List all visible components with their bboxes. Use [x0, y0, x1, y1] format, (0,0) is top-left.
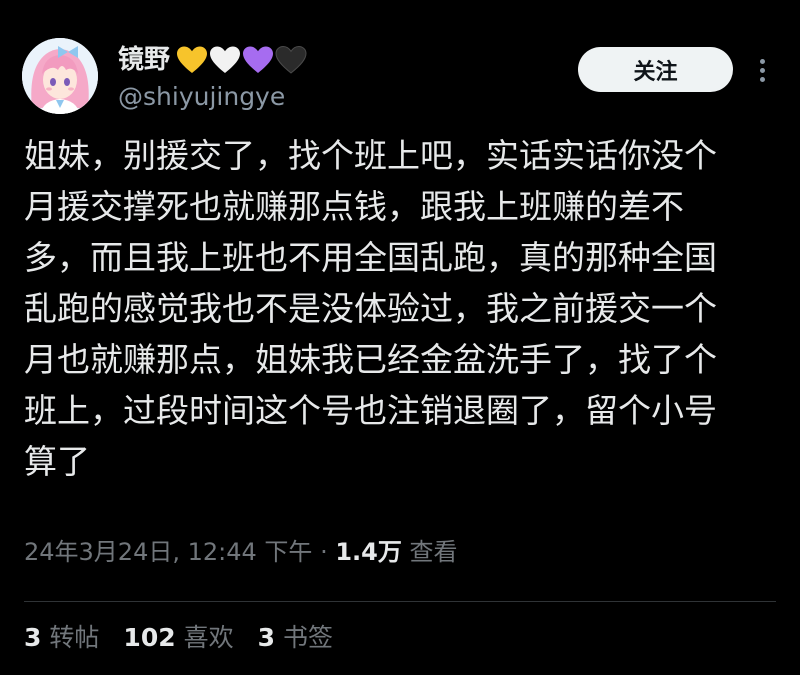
likes-count: 102 [123, 623, 176, 652]
tweet-text: 姐妹，别援交了，找个班上吧，实话实话你没个 月援交撑死也就赚那点钱，跟我上班赚的… [24, 136, 717, 481]
tweet-card: 镜野 @shiyujingye 关注 姐妹，别援交了，找个班上吧，实话实话你没个… [0, 0, 800, 675]
yellow-heart-icon [177, 46, 208, 73]
follow-button[interactable]: 关注 [578, 47, 733, 92]
engagement-stats: 3 转帖 102 喜欢 3 书签 [24, 623, 357, 653]
views-label: 查看 [409, 538, 458, 566]
white-heart-icon [210, 46, 241, 73]
likes-label: 喜欢 [183, 623, 234, 652]
divider [24, 601, 776, 602]
bookmarks-label: 书签 [283, 623, 334, 652]
tweet-meta: 24年3月24日, 12:44 下午 · 1.4万 查看 [24, 538, 458, 567]
name-hearts [176, 45, 307, 75]
reposts-label: 转帖 [49, 623, 100, 652]
more-vertical-icon-dot [759, 76, 765, 82]
anime-girl-avatar-icon [22, 38, 98, 114]
user-handle[interactable]: @shiyujingye [118, 82, 285, 112]
more-options-button[interactable] [744, 52, 780, 88]
purple-heart-icon [243, 46, 274, 73]
bookmarks-stat[interactable]: 3 书签 [258, 623, 333, 653]
black-heart-icon [275, 45, 307, 74]
tweet-time[interactable]: 12:44 下午 [188, 538, 313, 566]
views-count: 1.4万 [335, 538, 402, 566]
bookmarks-count: 3 [257, 623, 276, 652]
more-vertical-icon-dot [759, 67, 765, 73]
more-vertical-icon-dot [759, 58, 765, 64]
likes-stat[interactable]: 102 喜欢 [123, 623, 233, 653]
reposts-count: 3 [24, 623, 42, 652]
tweet-date[interactable]: 24年3月24日 [24, 538, 172, 566]
reposts-stat[interactable]: 3 转帖 [24, 623, 99, 653]
display-name[interactable]: 镜野 [118, 40, 307, 80]
display-name-text: 镜野 [118, 45, 171, 75]
meta-separator: · [320, 538, 328, 566]
tweet-date-separator: , [172, 538, 180, 566]
avatar[interactable] [22, 38, 98, 114]
